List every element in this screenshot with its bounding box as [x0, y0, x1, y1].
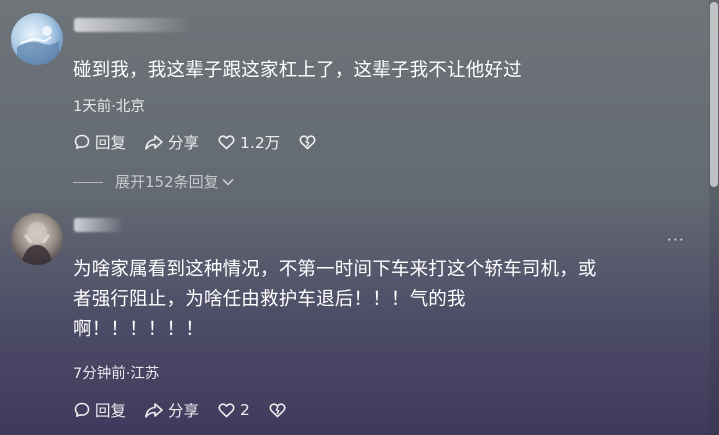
share-label: 分享: [168, 402, 200, 420]
comment-item-2: ··· 为啥家属看到这种情况，不第一时间下车来打这个轿车司机，或 者强行阻止，为…: [0, 0, 705, 435]
heart-icon: [218, 403, 235, 418]
dislike-button[interactable]: [268, 401, 287, 419]
share-arrow-icon: [145, 403, 163, 418]
reply-button[interactable]: 回复: [73, 399, 126, 421]
share-button[interactable]: 分享: [144, 399, 199, 421]
dislike-heart-icon: [269, 403, 286, 418]
comment-text-line-3: 啊！！！！！！: [73, 319, 204, 340]
username-blurred[interactable]: [74, 218, 124, 232]
avatar[interactable]: [11, 213, 63, 265]
like-button[interactable]: 2: [217, 401, 250, 419]
avatar-image: [21, 222, 53, 265]
like-count: 2: [240, 401, 250, 419]
scrollbar-thumb[interactable]: [710, 2, 718, 187]
scrollbar[interactable]: [709, 0, 719, 435]
comment-text-line-2: 者强行阻止，为啥任由救护车退后！！！气的我: [73, 289, 466, 310]
comment-bubble-icon: [74, 402, 90, 418]
more-options-button[interactable]: ···: [667, 230, 685, 249]
comment-text-line-1: 为啥家属看到这种情况，不第一时间下车来打这个轿车司机，或: [73, 259, 597, 280]
comment-actions: 回复 分享 2: [73, 399, 287, 421]
comment-text: 为啥家属看到这种情况，不第一时间下车来打这个轿车司机，或 者强行阻止，为啥任由救…: [73, 255, 703, 345]
comment-meta: 7分钟前·江苏: [73, 366, 160, 382]
reply-label: 回复: [95, 402, 127, 420]
